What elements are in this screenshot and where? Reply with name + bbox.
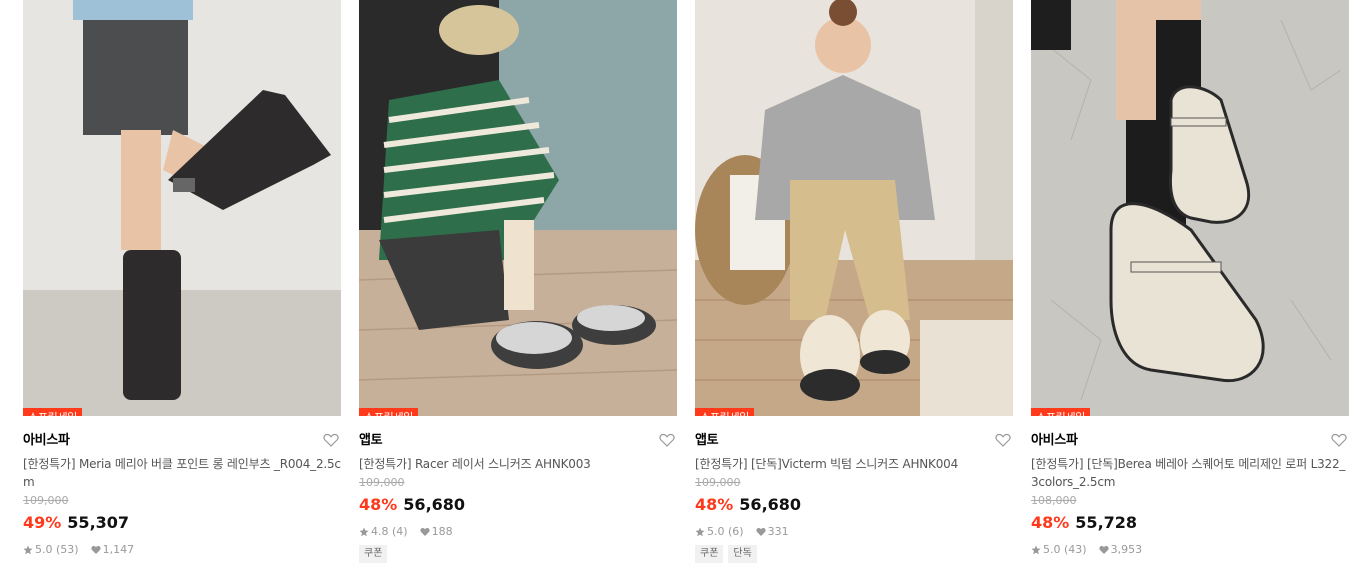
- heart-small-icon: [419, 527, 430, 537]
- original-price: 109,000: [695, 476, 741, 489]
- discount-rate: 49%: [23, 513, 62, 532]
- heart-small-icon: [755, 527, 766, 537]
- price-row: 48% 55,728: [1031, 512, 1349, 534]
- product-title[interactable]: [한정특가] Racer 레이서 스니커즈 AHNK003: [359, 455, 677, 473]
- review-meta: 5.0 (53) 1,147: [23, 543, 341, 557]
- rating-text: 5.0 (6): [707, 525, 744, 538]
- coupon-tag: 쿠폰: [695, 545, 724, 563]
- heart-icon[interactable]: [995, 432, 1011, 448]
- product-card[interactable]: 스프링세일 앱토 [한정특가] Racer 레이서 스니커즈 AHNK003 1…: [359, 0, 677, 564]
- sale-price: 56,680: [739, 495, 802, 514]
- sale-price: 55,728: [1075, 513, 1138, 532]
- product-photo: [695, 0, 1013, 416]
- product-card[interactable]: 스프링세일 앱토 [한정특가] [단독]Victerm 빅텀 스니커즈 AHNK…: [695, 0, 1013, 564]
- product-image[interactable]: 스프링세일: [23, 0, 341, 416]
- heart-icon[interactable]: [659, 432, 675, 448]
- product-card[interactable]: 스프링세일 아비스파 [한정특가] [단독]Berea 베레아 스퀘어토 메리제…: [1031, 0, 1349, 564]
- sale-badge: 스프링세일: [695, 408, 755, 416]
- product-image[interactable]: 스프링세일: [1031, 0, 1349, 416]
- original-price: 109,000: [23, 494, 69, 507]
- star-icon: [695, 527, 705, 537]
- star-icon: [1031, 545, 1041, 555]
- heart-icon[interactable]: [1331, 432, 1347, 448]
- heart-small-icon: [1098, 545, 1109, 555]
- rating-text: 5.0 (53): [35, 543, 79, 556]
- product-photo: [1031, 0, 1349, 416]
- sale-price: 55,307: [67, 513, 130, 532]
- product-title[interactable]: [한정특가] [단독]Victerm 빅텀 스니커즈 AHNK004: [695, 455, 1013, 473]
- heart-icon[interactable]: [323, 432, 339, 448]
- sale-badge: 스프링세일: [1031, 408, 1091, 416]
- tag-list: 쿠폰 단독: [695, 545, 1013, 563]
- product-photo: [359, 0, 677, 416]
- price-row: 49% 55,307: [23, 512, 341, 534]
- sale-badge: 스프링세일: [359, 408, 419, 416]
- product-card[interactable]: 스프링세일 아비스파 [한정특가] Meria 메리아 버클 포인트 롱 레인부…: [23, 0, 341, 564]
- product-image[interactable]: 스프링세일: [695, 0, 1013, 416]
- product-title[interactable]: [한정특가] [단독]Berea 베레아 스퀘어토 메리제인 로퍼 L322_3…: [1031, 455, 1349, 491]
- brand-name[interactable]: 앱토: [359, 432, 677, 450]
- heart-small-icon: [90, 545, 101, 555]
- brand-name[interactable]: 앱토: [695, 432, 1013, 450]
- brand-name[interactable]: 아비스파: [23, 432, 341, 450]
- coupon-tag: 쿠폰: [359, 545, 388, 563]
- likes-count: 3,953: [1110, 543, 1143, 556]
- discount-rate: 48%: [359, 495, 398, 514]
- star-icon: [23, 545, 33, 555]
- original-price: 108,000: [1031, 494, 1077, 507]
- price-row: 48% 56,680: [359, 494, 677, 516]
- price-row: 48% 56,680: [695, 494, 1013, 516]
- rating-text: 5.0 (43): [1043, 543, 1087, 556]
- original-price: 109,000: [359, 476, 405, 489]
- product-image[interactable]: 스프링세일: [359, 0, 677, 416]
- likes-count: 331: [767, 525, 789, 538]
- discount-rate: 48%: [1031, 513, 1070, 532]
- discount-rate: 48%: [695, 495, 734, 514]
- review-meta: 5.0 (6) 331: [695, 525, 1013, 539]
- review-meta: 4.8 (4) 188: [359, 525, 677, 539]
- product-grid: 스프링세일 아비스파 [한정특가] Meria 메리아 버클 포인트 롱 레인부…: [0, 0, 1351, 564]
- likes-count: 188: [431, 525, 453, 538]
- brand-name[interactable]: 아비스파: [1031, 432, 1349, 450]
- tag-list: 쿠폰: [359, 545, 677, 563]
- product-photo: [23, 0, 341, 416]
- star-icon: [359, 527, 369, 537]
- product-title[interactable]: [한정특가] Meria 메리아 버클 포인트 롱 레인부츠 _R004_2.5…: [23, 455, 341, 491]
- exclusive-tag: 단독: [728, 545, 757, 563]
- rating-text: 4.8 (4): [371, 525, 408, 538]
- review-meta: 5.0 (43) 3,953: [1031, 543, 1349, 557]
- likes-count: 1,147: [102, 543, 135, 556]
- sale-price: 56,680: [403, 495, 466, 514]
- sale-badge: 스프링세일: [23, 408, 83, 416]
